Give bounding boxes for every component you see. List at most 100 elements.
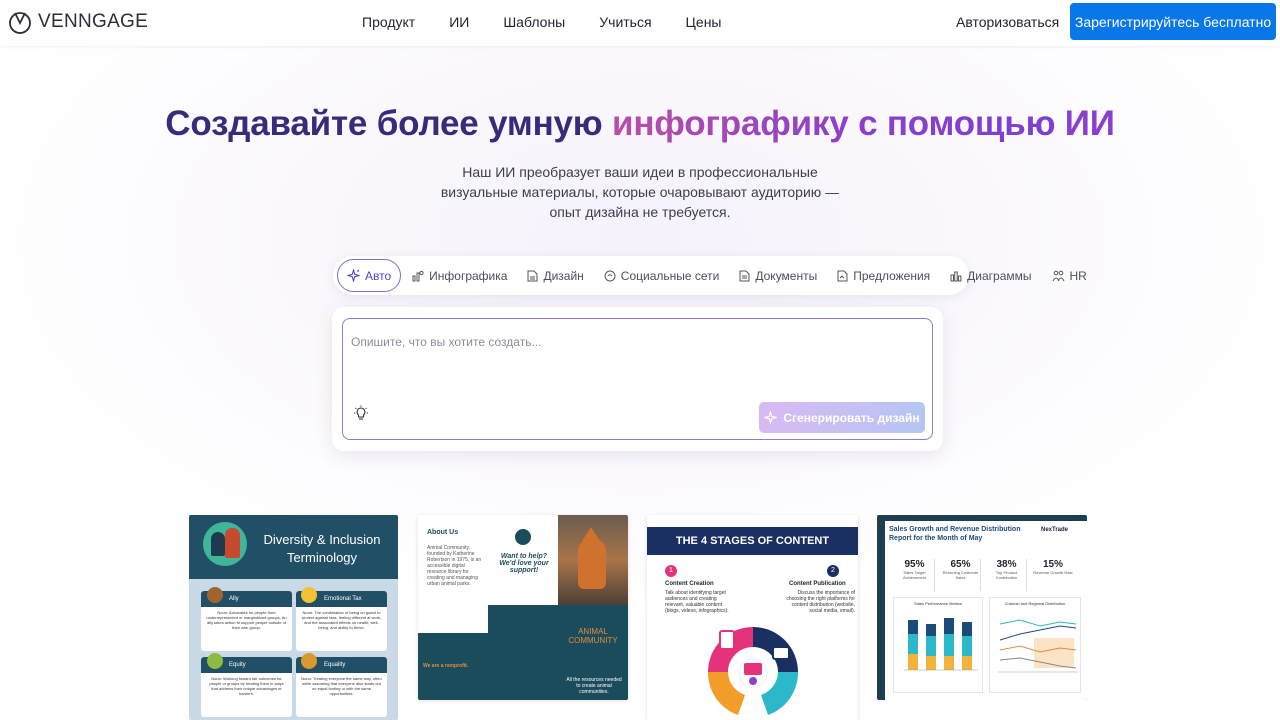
lightbulb-icon[interactable] (353, 405, 369, 426)
tab-infographic[interactable]: Инфографика (403, 259, 516, 292)
line-chart (998, 619, 1078, 673)
tab-auto[interactable]: Авто (337, 259, 402, 292)
prompt-input[interactable] (351, 331, 911, 353)
brand-name: NexTrade (1041, 527, 1069, 533)
tab-hr[interactable]: HR (1043, 259, 1096, 292)
people-illustration (203, 522, 247, 566)
tab-hr-label: HR (1069, 268, 1087, 283)
step-title: Content Publication (789, 581, 846, 587)
stat-block: 38% Top Product Contribution (987, 559, 1027, 591)
hero-title-part1: Создавайте более умную (165, 104, 612, 143)
step-number: 2 (827, 565, 839, 577)
shield-icon (301, 587, 317, 603)
term-description: Noun: Working toward fair outcomes for p… (209, 676, 284, 696)
stat-value: 15% (1042, 559, 1063, 570)
tab-social-label: Социальные сети (620, 268, 720, 283)
nav-product[interactable]: Продукт (362, 14, 415, 30)
nav-pricing[interactable]: Цены (686, 14, 722, 30)
line-chart-panel: Channel and Regional Distribution (989, 597, 1081, 693)
template-header: Diversity & Inclusion Terminology (189, 515, 398, 579)
login-link[interactable]: Авторизоваться (956, 14, 1059, 30)
panel-title: Sales Performance Metrics (913, 601, 962, 606)
report-page: Sales Growth and Revenue Distribution Re… (885, 521, 1087, 700)
tab-charts[interactable]: Диаграммы (941, 259, 1040, 292)
hero-subtitle: Наш ИИ преобразует ваши идеи в профессио… (440, 164, 840, 220)
stat-value: 95% (904, 559, 925, 570)
tab-proposals-label: Предложения (853, 268, 931, 283)
nav-templates[interactable]: Шаблоны (503, 14, 565, 30)
venngage-logo[interactable]: VENNGAGE (8, 10, 148, 34)
hero-title: Создавайте более умную инфографику с пом… (0, 104, 1280, 144)
ally-icon (207, 587, 223, 603)
equity-icon (207, 653, 223, 669)
step-number: 1 (665, 565, 677, 577)
resources-text: All the resources needed to create anima… (566, 677, 622, 695)
scales-icon (301, 653, 317, 669)
prompt-card: Сгенерировать дизайн (332, 307, 943, 451)
bar-chart-panel: Sales Performance Metrics (893, 597, 983, 693)
community-title: ANIMAL COMMUNITY (568, 627, 618, 645)
stacked-bar-chart (904, 618, 978, 671)
term-description: Noun: The combination of being on guard … (301, 610, 382, 630)
step-title: Content Creation (665, 581, 714, 587)
sparkle-icon (347, 269, 360, 282)
stat-value: 38% (996, 559, 1017, 570)
cycle-diagram (707, 627, 799, 715)
stat-label: Returning Customer Sales (942, 570, 979, 580)
hero-title-part2: инфографику с помощью (612, 104, 1065, 143)
help-heading: Want to help? We'd love your support! (499, 553, 549, 574)
panel-title: Channel and Regional Distribution (1004, 601, 1066, 606)
stat-label: Top Product Contribution (995, 570, 1018, 580)
tab-design-label: Дизайн (543, 268, 584, 283)
template-card-animal-community[interactable]: About Us Animal Community, founded by Ka… (418, 515, 628, 700)
signup-button[interactable]: Зарегистрируйтесь бесплатно (1070, 3, 1276, 40)
logo-mark-icon (9, 12, 31, 34)
hero-title-part3: ИИ (1064, 104, 1115, 143)
panel-bg (488, 605, 558, 700)
badge-icon (515, 529, 531, 545)
stat-label: Revenue Growth Rate (1033, 570, 1073, 575)
template-card-content-marketing[interactable]: THE 4 STAGES OF CONTENT MARKETING 1 Cont… (647, 515, 858, 720)
about-text: Animal Community, founded by Katherine R… (427, 545, 482, 587)
tab-charts-label: Диаграммы (967, 268, 1032, 283)
template-card-diversity[interactable]: Diversity & Inclusion Terminology Ally N… (189, 515, 398, 720)
nav-ai[interactable]: ИИ (449, 14, 469, 30)
prompt-box: Сгенерировать дизайн (342, 318, 933, 440)
top-navigation-bar: VENNGAGE Продукт ИИ Шаблоны Учиться Цены… (0, 0, 1280, 46)
tab-auto-label: Авто (365, 268, 392, 283)
about-heading: About Us (427, 529, 459, 536)
sparkle-icon (764, 411, 778, 424)
category-tabs: Авто Инфографика Дизайн Социальные сети … (333, 256, 1087, 295)
logo-text: VENNGAGE (38, 11, 149, 32)
stat-block: 65% Returning Customer Sales (941, 559, 981, 591)
stat-value: 65% (950, 559, 971, 570)
generate-design-label: Сгенерировать дизайн (783, 410, 920, 425)
chart-icon (950, 271, 962, 281)
tab-documents[interactable]: Документы (730, 259, 826, 292)
term-description: Noun: Treating everyone the same way, of… (301, 676, 382, 696)
stat-block: 95% Sales Target Achievement (895, 559, 935, 591)
template-title: Sales Growth and Revenue Distribution Re… (889, 526, 1021, 542)
main-nav: Продукт ИИ Шаблоны Учиться Цены (362, 14, 721, 30)
fox-body (578, 539, 606, 589)
nav-learn[interactable]: Учиться (599, 14, 651, 30)
stat-block: 15% Revenue Growth Rate (1033, 559, 1073, 591)
tab-documents-label: Документы (755, 268, 818, 283)
people-icon (1052, 270, 1064, 281)
tab-design[interactable]: Дизайн (518, 259, 592, 292)
document-icon (739, 270, 750, 281)
template-title: Diversity & Inclusion Terminology (263, 532, 381, 565)
design-icon (527, 270, 538, 281)
tab-infographic-label: Инфографика (429, 268, 508, 283)
social-icon (604, 270, 616, 281)
tab-social[interactable]: Социальные сети (595, 259, 729, 292)
stat-label: Sales Target Achievement (902, 570, 927, 580)
template-title: THE 4 STAGES OF CONTENT MARKETING (647, 527, 858, 575)
tab-proposals[interactable]: Предложения (828, 259, 939, 292)
generate-design-button[interactable]: Сгенерировать дизайн (759, 402, 925, 433)
proposal-icon (837, 270, 848, 281)
template-card-sales-report[interactable]: Sales Growth and Revenue Distribution Re… (877, 515, 1087, 700)
term-description: Noun: Advocates for people from underrep… (206, 610, 287, 630)
infographic-icon (412, 270, 424, 281)
nonprofit-text: We are a nonprofit. (423, 663, 469, 669)
